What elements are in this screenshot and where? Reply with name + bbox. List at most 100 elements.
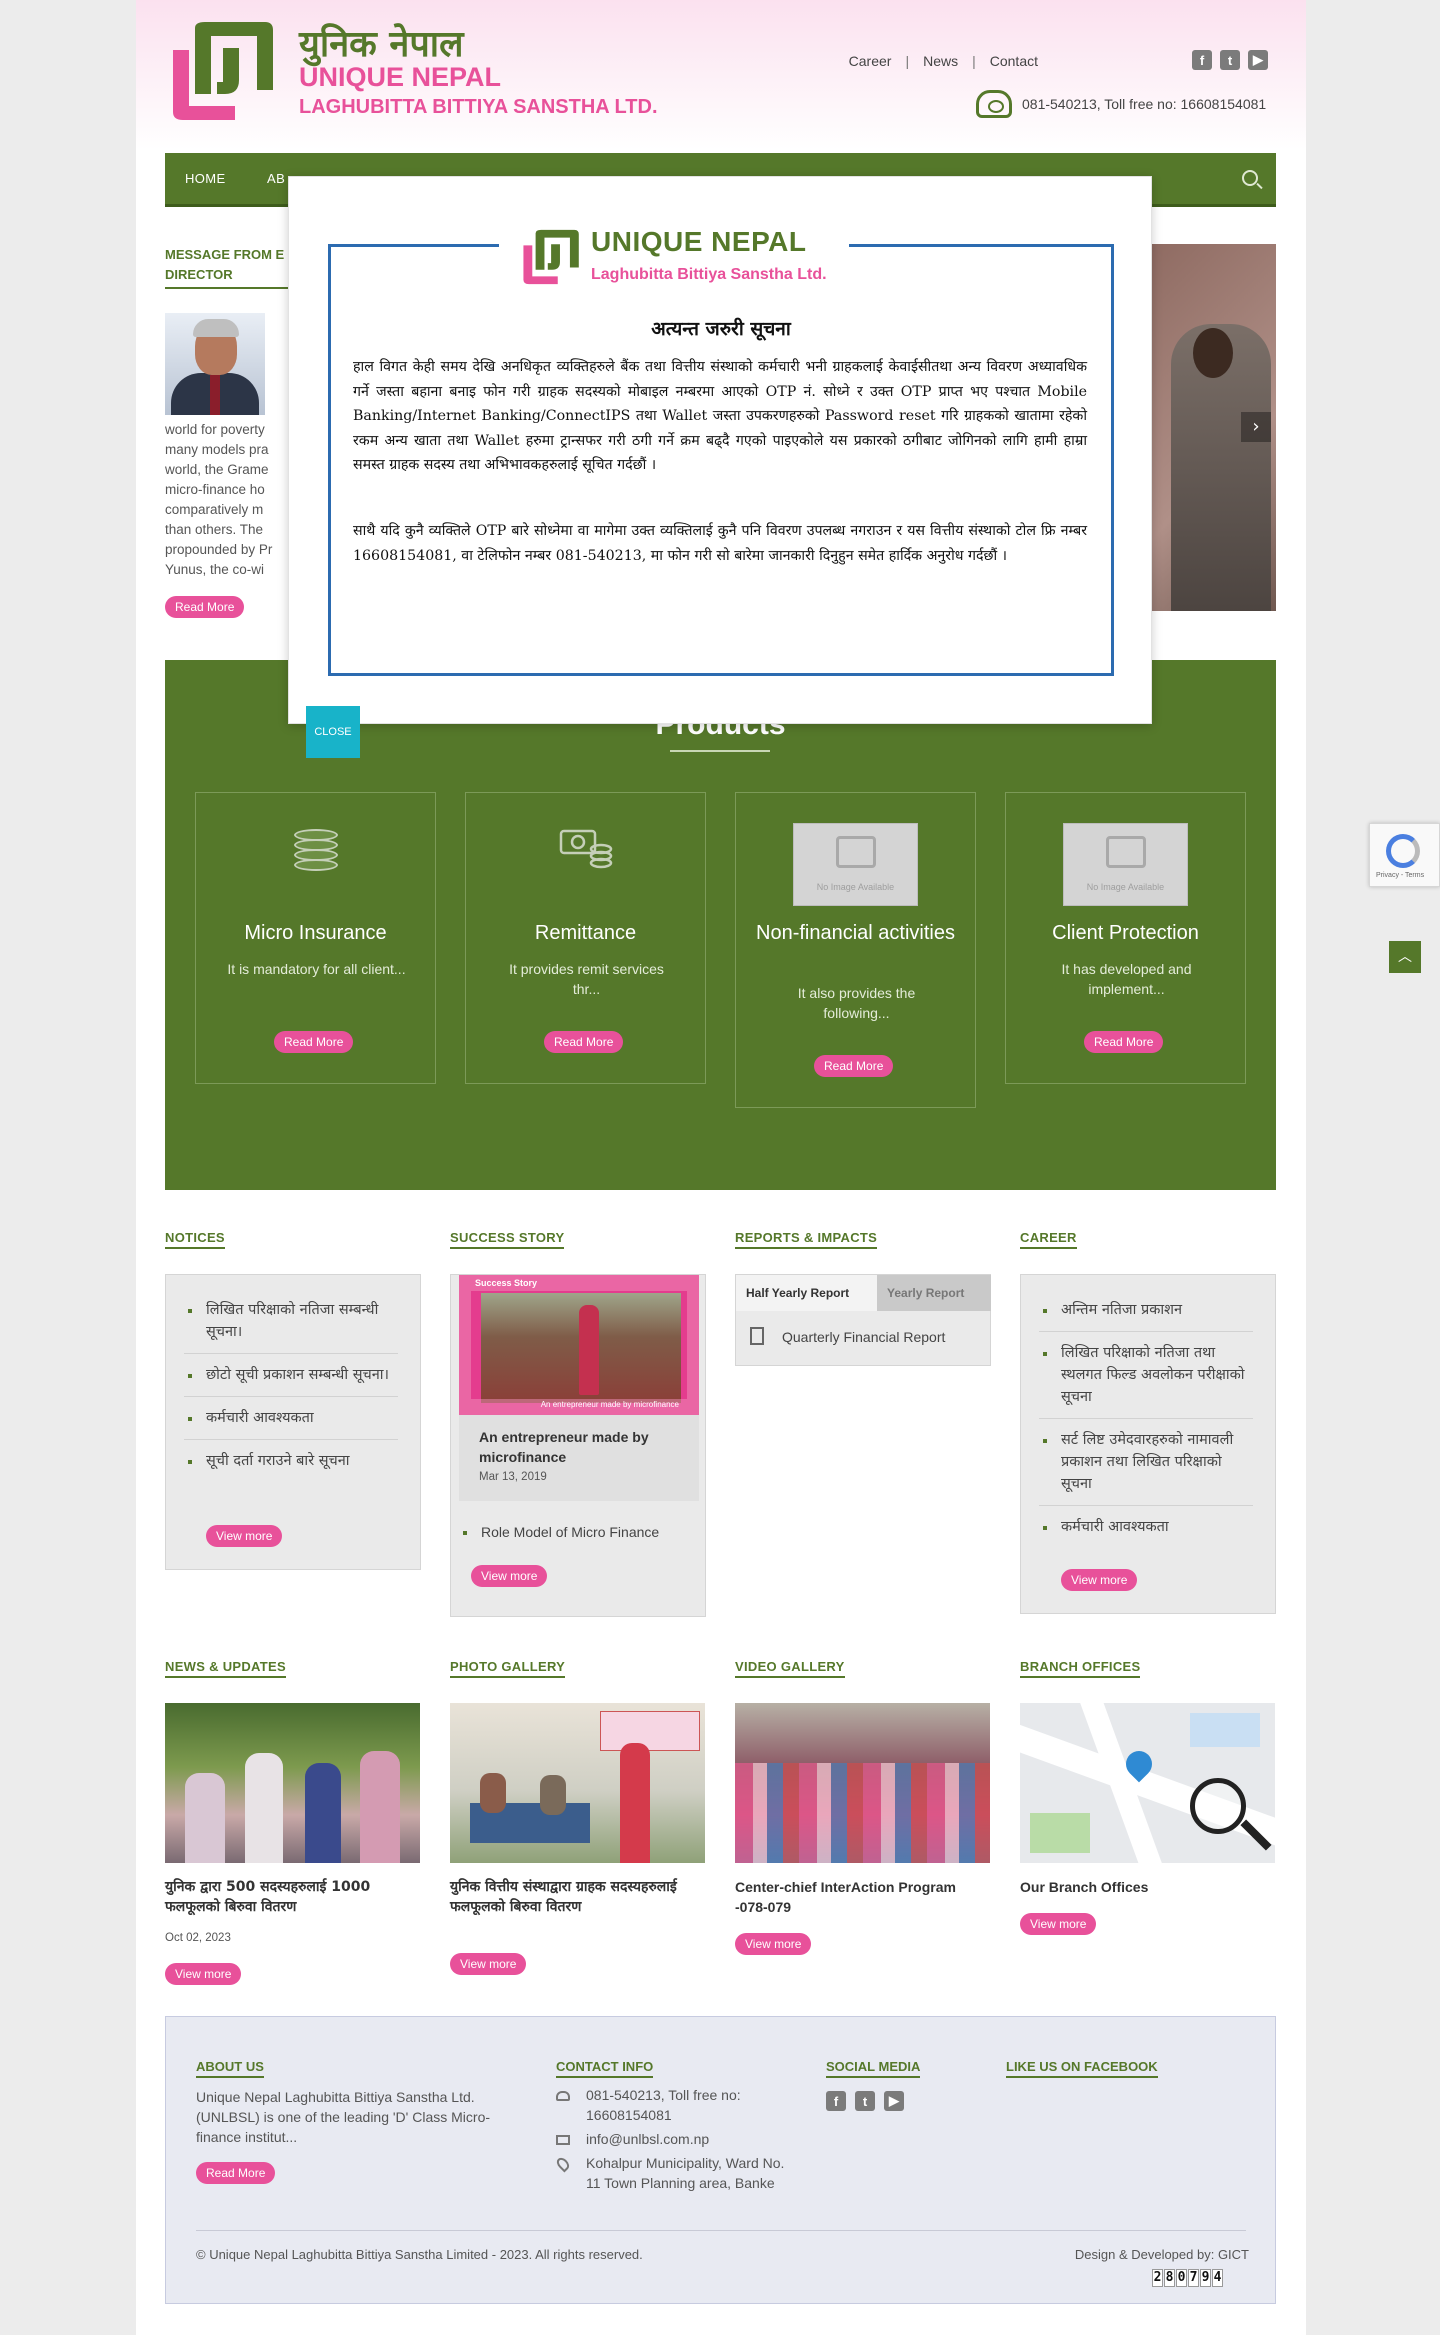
youtube-icon[interactable]: ▶ <box>884 2091 904 2111</box>
gallery-headline[interactable]: युनिक वित्तीय संस्थाद्वारा ग्राहक सदस्यह… <box>450 1877 705 1917</box>
modal-close-button[interactable]: CLOSE <box>306 706 360 758</box>
notices-title: NOTICES <box>165 1230 225 1249</box>
notice-item[interactable]: सूची दर्ता गराउने बारे सूचना <box>184 1440 398 1482</box>
modal-logo-line2: Laghubitta Bittiya Sanstha Ltd. <box>591 266 827 283</box>
modal-logo-line1: UNIQUE NEPAL <box>591 226 807 257</box>
tab-yearly[interactable]: Yearly Report <box>877 1275 991 1311</box>
notices-box: लिखित परिक्षाको नतिजा सम्बन्धी सूचना। छो… <box>165 1274 421 1570</box>
recaptcha-text[interactable]: Privacy - Terms <box>1376 872 1424 879</box>
footer-address: Kohalpur Municipality, Ward No. 11 Town … <box>586 2155 785 2191</box>
tab-half-yearly[interactable]: Half Yearly Report <box>736 1275 877 1311</box>
news-view-more-button[interactable]: View more <box>165 1963 242 1985</box>
video-view-more-button[interactable]: View more <box>735 1933 812 1955</box>
product-read-more-button[interactable]: Read More <box>814 1055 894 1077</box>
facebook-icon[interactable]: f <box>826 2091 846 2111</box>
branches-view-more-button[interactable]: View more <box>1020 1913 1097 1935</box>
recaptcha-icon <box>1386 834 1420 868</box>
logo-icon <box>523 229 579 285</box>
video-headline[interactable]: Center-chief InterAction Program -078-07… <box>735 1877 990 1917</box>
top-link-news[interactable]: News <box>923 53 958 69</box>
message-line: propounded by Pr <box>165 542 273 557</box>
product-card-remittance[interactable]: Remittance It provides remit services th… <box>465 792 706 1084</box>
message-line: comparatively m <box>165 502 264 517</box>
story-headline[interactable]: An entrepreneur made by microfinance <box>479 1427 689 1467</box>
notice-paragraph-2: साथै यदि कुनै व्यक्तिले OTP बारे सोध्नेम… <box>353 523 1087 564</box>
success-story-box: Success Story An entrepreneur made by mi… <box>450 1274 706 1617</box>
no-image-icon: No Image Available <box>1063 823 1188 906</box>
product-read-more-button[interactable]: Read More <box>274 1031 354 1053</box>
gallery-image[interactable] <box>450 1703 705 1863</box>
product-read-more-button[interactable]: Read More <box>544 1031 624 1053</box>
gallery-view-more-button[interactable]: View more <box>450 1953 527 1975</box>
footer-social-title: SOCIAL MEDIA <box>826 2059 921 2078</box>
no-image-icon: No Image Available <box>793 823 918 906</box>
news-date: Oct 02, 2023 <box>165 1932 231 1944</box>
branches-title: BRANCH OFFICES <box>1020 1659 1141 1678</box>
career-view-more-button[interactable]: View more <box>1061 1569 1138 1591</box>
reports-tabs: Half Yearly Report Yearly Report <box>736 1275 991 1311</box>
no-image-label: No Image Available <box>1086 882 1165 892</box>
twitter-icon[interactable]: t <box>855 2091 875 2111</box>
footer-divider <box>196 2230 1246 2231</box>
notice-item[interactable]: छोटो सूची प्रकाशन सम्बन्धी सूचना। <box>184 1354 398 1397</box>
story-image-heading: Success Story <box>475 1278 538 1288</box>
news-title: NEWS & UPDATES <box>165 1659 286 1678</box>
branch-map-image[interactable] <box>1020 1703 1275 1863</box>
counter-digit: 4 <box>1212 2269 1223 2287</box>
visitor-counter: 2 8 0 7 9 4 <box>1152 2269 1223 2287</box>
nav-about[interactable]: AB <box>267 171 285 186</box>
notice-item[interactable]: लिखित परिक्षाको नतिजा सम्बन्धी सूचना। <box>184 1289 398 1354</box>
back-to-top-icon[interactable]: ︿ <box>1389 941 1421 973</box>
message-line: many models pra <box>165 442 269 457</box>
footer-read-more-button[interactable]: Read More <box>196 2162 276 2184</box>
no-image-label: No Image Available <box>816 882 895 892</box>
story-date: Mar 13, 2019 <box>479 1471 547 1483</box>
brand-name: UNIQUE NEPAL <box>299 62 502 92</box>
message-read-more-button[interactable]: Read More <box>165 596 245 618</box>
top-link-contact[interactable]: Contact <box>990 53 1038 69</box>
counter-digit: 2 <box>1152 2269 1163 2287</box>
logo-icon[interactable] <box>165 20 277 122</box>
counter-digit: 8 <box>1164 2269 1175 2287</box>
top-link-career[interactable]: Career <box>849 53 892 69</box>
news-headline[interactable]: युनिक द्वारा 500 सदस्यहरुलाई 1000 फलफूलक… <box>165 1877 420 1917</box>
career-box: अन्तिम नतिजा प्रकाशन लिखित परिक्षाको नति… <box>1020 1274 1276 1614</box>
career-item[interactable]: अन्तिम नतिजा प्रकाशन <box>1039 1289 1253 1332</box>
top-contact-text: 081-540213, Toll free no: 16608154081 <box>1022 96 1267 112</box>
brand-subname: LAGHUBITTA BITTIYA SANSTHA LTD. <box>299 96 658 118</box>
counter-digit: 9 <box>1200 2269 1211 2287</box>
footer: ABOUT US Unique Nepal Laghubitta Bittiya… <box>165 2016 1276 2304</box>
story-view-more-button[interactable]: View more <box>471 1565 548 1587</box>
message-text: world for poverty many models pra world,… <box>165 420 295 580</box>
story-item[interactable]: Role Model of Micro Finance <box>459 1511 695 1553</box>
twitter-icon[interactable]: t <box>1220 50 1240 70</box>
footer-email[interactable]: info@unlbsl.com.np <box>586 2129 786 2149</box>
branches-headline[interactable]: Our Branch Offices <box>1020 1877 1275 1897</box>
facebook-icon[interactable]: f <box>1192 50 1212 70</box>
product-card-micro-insurance[interactable]: Micro Insurance It is mandatory for all … <box>195 792 436 1084</box>
message-title-line1: MESSAGE FROM E <box>165 247 285 262</box>
product-card-client-protection[interactable]: No Image Available Client Protection It … <box>1005 792 1246 1084</box>
video-image[interactable] <box>735 1703 990 1863</box>
youtube-icon[interactable]: ▶ <box>1248 50 1268 70</box>
story-image-caption: An entrepreneur made by microfinance <box>540 1400 679 1409</box>
career-item[interactable]: सर्ट लिष्ट उमेदवारहरुको नामावली प्रकाशन … <box>1039 1419 1253 1506</box>
search-icon[interactable] <box>1242 170 1258 186</box>
news-image[interactable] <box>165 1703 420 1863</box>
success-story-image[interactable]: Success Story An entrepreneur made by mi… <box>459 1275 699 1415</box>
message-line: than others. The <box>165 522 264 537</box>
product-read-more-button[interactable]: Read More <box>1084 1031 1164 1053</box>
product-desc: It also provides the following... <box>797 985 916 1021</box>
notice-item[interactable]: कर्मचारी आवश्यकता <box>184 1397 398 1440</box>
slider-next-icon[interactable]: › <box>1241 412 1271 442</box>
nav-home[interactable]: HOME <box>185 171 226 186</box>
report-item[interactable]: Quarterly Financial Report <box>782 1329 945 1345</box>
footer-credit[interactable]: Design & Developed by: GICT <box>1059 2245 1249 2265</box>
career-item[interactable]: लिखित परिक्षाको नतिजा तथा स्थलगत फिल्ड अ… <box>1039 1332 1253 1419</box>
career-item[interactable]: कर्मचारी आवश्यकता <box>1039 1506 1253 1548</box>
product-card-non-financial[interactable]: No Image Available Non-financial activit… <box>735 792 976 1108</box>
notices-view-more-button[interactable]: View more <box>206 1525 283 1547</box>
footer-phone: 081-540213, Toll free no: 16608154081 <box>586 2087 741 2123</box>
recaptcha-badge[interactable]: Privacy - Terms <box>1369 823 1440 887</box>
location-icon <box>554 2155 572 2173</box>
